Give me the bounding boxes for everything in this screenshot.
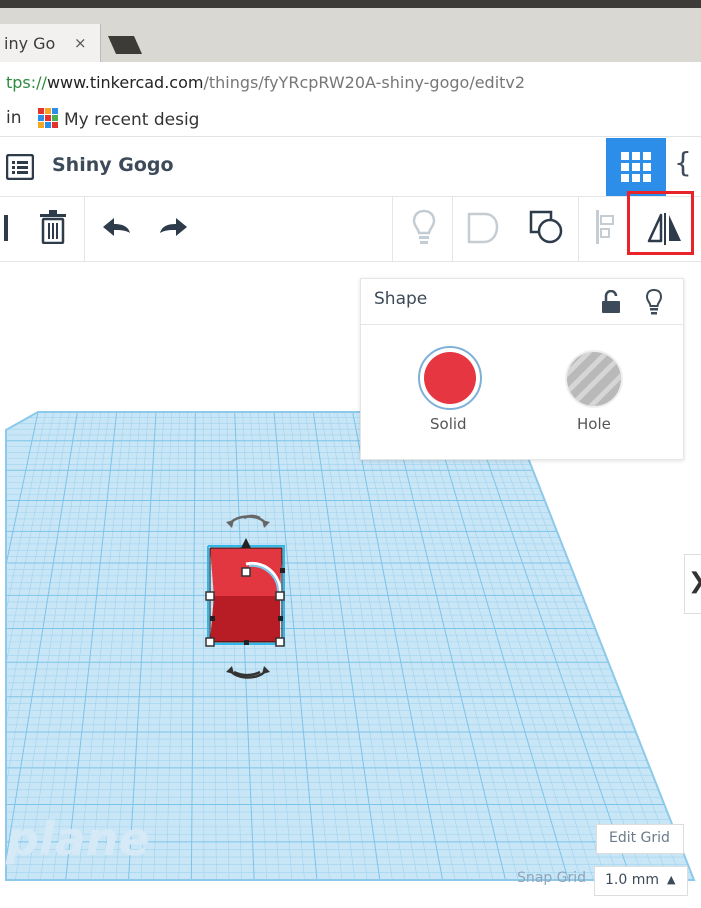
hole-label[interactable]: Hole — [577, 415, 611, 433]
unlock-icon[interactable] — [601, 290, 621, 314]
solid-label[interactable]: Solid — [430, 415, 467, 433]
toolbar-separator — [578, 197, 579, 261]
snap-grid-label: Snap Grid — [517, 870, 587, 886]
delete-icon[interactable] — [38, 210, 68, 244]
edit-toolbar — [0, 197, 701, 262]
ungroup-icon[interactable] — [528, 209, 564, 245]
solid-color-swatch[interactable] — [417, 345, 483, 411]
new-tab-button[interactable] — [104, 34, 144, 56]
toolbar-separator — [392, 197, 393, 261]
3d-view-button[interactable] — [606, 138, 666, 196]
copy-icon[interactable] — [4, 215, 8, 241]
app-header: Shiny Gogo { — [0, 138, 701, 197]
code-blocks-button[interactable]: { — [674, 146, 692, 179]
shape-inspector-panel: Shape Solid Hole — [360, 278, 684, 460]
rotate-icon[interactable] — [226, 512, 270, 530]
browser-tab[interactable]: iny Go × — [0, 24, 101, 62]
chevron-right-icon: ❯ — [688, 569, 701, 594]
url-text[interactable]: tps://www.tinkercad.com/things/fyYRcpRW2… — [6, 73, 525, 92]
tab-close-icon[interactable]: × — [74, 34, 87, 52]
redo-icon[interactable] — [158, 217, 188, 239]
hole-swatch[interactable] — [564, 349, 624, 409]
align-icon[interactable] — [594, 209, 616, 245]
panel-collapse-button[interactable]: ❯ — [684, 554, 701, 614]
bookmark-item[interactable]: in — [6, 108, 22, 128]
shape-panel-header: Shape — [361, 279, 683, 325]
edit-grid-button[interactable]: Edit Grid — [596, 824, 684, 854]
snap-grid-select[interactable]: 1.0 mm ▲ — [594, 866, 688, 896]
design-menu-icon[interactable] — [6, 154, 34, 180]
undo-icon[interactable] — [102, 217, 132, 239]
project-title[interactable]: Shiny Gogo — [52, 154, 174, 176]
snap-grid-value: 1.0 mm — [605, 872, 659, 888]
tab-title: iny Go — [4, 34, 56, 53]
address-bar[interactable]: tps://www.tinkercad.com/things/fyYRcpRW2… — [0, 62, 701, 103]
bookmark-my-recent-designs[interactable]: My recent desig — [38, 108, 199, 130]
window-top-strip — [0, 0, 701, 8]
grid-icon — [621, 152, 651, 182]
tinkercad-logo-icon — [38, 108, 58, 128]
mirror-button-highlight — [627, 191, 694, 255]
lightbulb-icon[interactable] — [412, 209, 436, 245]
rotate-icon[interactable] — [226, 664, 270, 684]
bookmarks-bar: in My recent desig — [0, 102, 701, 137]
lightbulb-icon[interactable] — [645, 288, 663, 316]
workplane-watermark: plane — [6, 812, 150, 866]
shape-panel-title: Shape — [374, 289, 428, 309]
browser-tab-bar: iny Go × — [0, 0, 701, 62]
caret-up-icon: ▲ — [667, 873, 676, 886]
group-icon[interactable] — [466, 211, 500, 245]
toolbar-separator — [452, 197, 453, 261]
toolbar-separator — [84, 197, 85, 261]
